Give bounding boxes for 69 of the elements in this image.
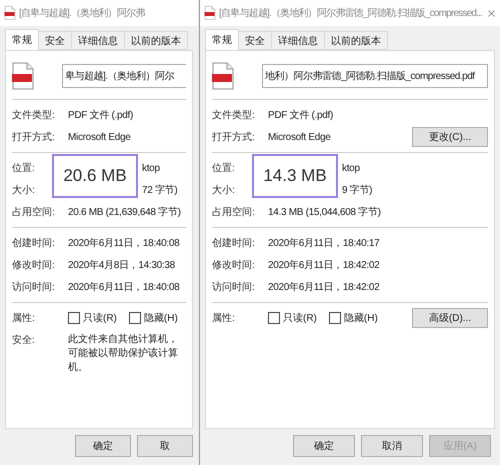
tab[interactable]: 以前的版本	[124, 31, 188, 50]
field-value: 2020年6月11日，18:40:08	[68, 237, 180, 250]
field-value: 9 字节)	[341, 184, 372, 197]
pdf-file-icon	[4, 6, 16, 20]
field-label: 位置:	[212, 162, 236, 175]
field-label: 占用空间:	[12, 206, 56, 219]
field-value: PDF 文件 (.pdf)	[268, 108, 333, 122]
dialog-button[interactable]: 确定	[75, 435, 131, 457]
tab[interactable]: 安全	[238, 31, 272, 50]
checkbox[interactable]	[328, 312, 341, 324]
size-callout: 20.6 MB	[52, 154, 138, 198]
field-label: 大小:	[212, 184, 236, 197]
checkbox-label: 隐藏(H)	[144, 312, 178, 325]
checkbox[interactable]	[68, 312, 80, 324]
checkbox-label: 隐藏(H)	[344, 312, 378, 325]
pdf-file-icon	[212, 62, 234, 90]
field-label: 属性:	[212, 312, 236, 325]
dialog-button[interactable]: 确定	[293, 435, 355, 457]
field-value: Microsoft Edge	[68, 132, 130, 142]
close-icon[interactable]	[486, 8, 497, 18]
field-label: 占用空间:	[212, 206, 256, 219]
size-callout: 14.3 MB	[252, 154, 338, 198]
field-value: ktop	[141, 162, 160, 174]
dialog-button[interactable]: 取	[137, 435, 193, 457]
file-name-field[interactable]: 地利）阿尔弗雷德_阿德勒.扫描版_compressed.pdf	[262, 64, 488, 88]
field-value: 2020年6月11日，18:42:02	[268, 281, 380, 294]
window-title: [自卑与超越].（奥地利）阿尔弗	[19, 6, 146, 20]
window-title: [自卑与超越].（奥地利）阿尔弗雷德_阿德勒.扫描版_compressed...	[219, 6, 483, 20]
field-label: 位置:	[12, 162, 36, 175]
checkbox-label: 只读(R)	[283, 312, 317, 325]
field-value: 2020年6月11日，18:42:02	[268, 259, 380, 272]
pdf-file-icon	[204, 6, 216, 20]
pdf-file-icon	[12, 62, 34, 90]
checkbox[interactable]	[268, 312, 280, 324]
field-label: 创建时间:	[12, 236, 56, 250]
field-label: 属性:	[12, 312, 36, 325]
field-label: 修改时间:	[212, 258, 256, 272]
field-label: 打开方式:	[12, 130, 56, 144]
security-note: 此文件来自其他计算机，可能被以帮助保护该计算机。	[68, 333, 179, 375]
field-label: 访问时间:	[212, 280, 256, 294]
tab[interactable]: 常规	[5, 29, 39, 50]
checkbox-label: 只读(R)	[83, 312, 117, 325]
field-value: 2020年4月8日，14:30:38	[68, 259, 175, 272]
field-label: 修改时间:	[12, 258, 56, 272]
field-label: 文件类型:	[212, 108, 256, 122]
field-value: ktop	[341, 162, 360, 174]
field-label: 访问时间:	[12, 280, 56, 294]
tab[interactable]: 详细信息	[271, 31, 325, 50]
field-label: 创建时间:	[212, 236, 256, 250]
dialog-button[interactable]: 取消	[361, 435, 423, 457]
field-value: 2020年6月11日，18:40:08	[68, 281, 180, 294]
field-label: 打开方式:	[212, 130, 256, 144]
checkbox[interactable]	[128, 312, 141, 324]
field-value: Microsoft Edge	[268, 132, 330, 142]
field-label: 文件类型:	[12, 108, 56, 122]
tab[interactable]: 以前的版本	[324, 31, 388, 50]
tab[interactable]: 安全	[38, 31, 72, 50]
field-value: PDF 文件 (.pdf)	[68, 108, 133, 122]
file-name-field[interactable]: 卑与超越].（奥地利）阿尔	[62, 64, 186, 88]
field-value: 14.3 MB (15,044,608 字节)	[268, 206, 381, 219]
field-value: 20.6 MB (21,639,648 字节)	[68, 206, 181, 219]
advanced-button[interactable]: 高级(D)...	[412, 308, 488, 328]
field-value: 2020年6月11日，18:40:17	[268, 237, 380, 250]
tab[interactable]: 常规	[205, 29, 239, 50]
field-value: 72 字节)	[141, 184, 178, 197]
change-button[interactable]: 更改(C)...	[412, 127, 488, 147]
tab[interactable]: 详细信息	[71, 31, 125, 50]
field-label: 安全:	[12, 334, 36, 347]
field-label: 大小:	[12, 184, 36, 197]
